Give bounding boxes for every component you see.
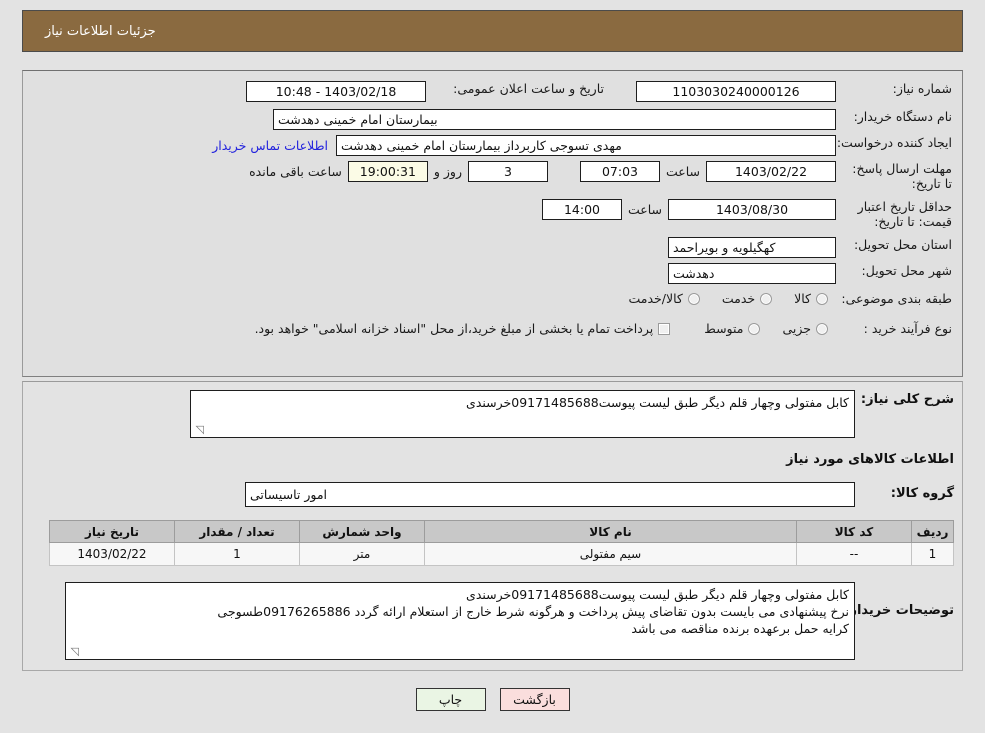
cell-vahed: متر [299, 542, 425, 566]
requester-value: مهدی تسوجی کاربرداز بیمارستان امام خمینی… [336, 135, 836, 156]
remaining-hours-label: ساعت باقی مانده [249, 164, 342, 179]
need-summary-textarea[interactable]: کابل مفتولی وچهار قلم دیگر طبق لیست پیوس… [190, 390, 855, 438]
row-goods-heading: اطلاعات کالاهای مورد نیاز [786, 452, 954, 467]
radio-kala-khedmat[interactable] [687, 292, 700, 305]
treasury-checkbox[interactable] [658, 322, 671, 335]
response-deadline-date: 1403/02/22 [706, 161, 836, 182]
category-option-kala-khedmat-label: کالا/خدمت [628, 291, 683, 306]
row-category: طبقه بندی موضوعی: کالا خدمت کالا/خدمت [628, 291, 952, 306]
th-tedad: تعداد / مقدار [174, 520, 300, 543]
category-option-khedmat-label: خدمت [721, 291, 756, 306]
purchase-process-label: نوع فرآیند خرید : [863, 321, 952, 336]
process-option-motevaset[interactable]: متوسط [704, 321, 761, 336]
category-label: طبقه بندی موضوعی: [841, 291, 952, 306]
radio-motevaset[interactable] [748, 322, 761, 335]
row-buyer-org: نام دستگاه خریدار: بیمارستان امام خمینی … [273, 109, 952, 130]
buyer-org-value: بیمارستان امام خمینی دهدشت [273, 109, 836, 130]
back-button[interactable]: بازگشت [499, 688, 570, 711]
print-button[interactable]: چاپ [415, 688, 486, 711]
row-delivery-city: شهر محل تحویل: دهدشت [668, 263, 952, 284]
buyer-contact-link[interactable]: اطلاعات تماس خریدار [212, 135, 328, 156]
table-row[interactable]: 1 -- سیم مفتولی متر 1 1403/02/22 [49, 542, 954, 566]
category-option-kala[interactable]: کالا [794, 291, 828, 306]
process-option-jozii-label: جزیی [782, 321, 811, 336]
buyer-org-label: نام دستگاه خریدار: [853, 109, 952, 124]
countdown-timer: 19:00:31 [347, 161, 428, 182]
page-title: جزئیات اطلاعات نیاز [45, 23, 156, 39]
radio-kala[interactable] [816, 292, 828, 305]
delivery-city-value: دهدشت [668, 263, 836, 284]
need-number-value: 1103030240000126 [636, 81, 836, 102]
goods-group-value: امور تاسیساتی [245, 482, 855, 507]
row-need-number: شماره نیاز: 1103030240000126 [636, 81, 952, 102]
buyer-notes-line-3: کرایه حمل برعهده برنده مناقصه می باشد [631, 621, 849, 636]
row-need-summary: شرح کلی نیاز: کابل مفتولی وچهار قلم دیگر… [190, 390, 954, 438]
th-radif: ردیف [911, 520, 954, 543]
radio-jozii[interactable] [816, 322, 828, 335]
price-validity-date: 1403/08/30 [668, 199, 836, 220]
goods-group-label: گروه کالا: [890, 486, 954, 501]
row-purchase-process: نوع فرآیند خرید : جزیی متوسط پرداخت تمام… [255, 321, 952, 336]
delivery-province-label: استان محل تحویل: [853, 237, 952, 252]
process-option-motevaset-label: متوسط [704, 321, 744, 336]
price-validity-time: 14:00 [541, 199, 622, 220]
items-table: ردیف کد کالا نام کالا واحد شمارش تعداد /… [49, 520, 954, 566]
treasury-note-label: پرداخت تمام یا بخشی از مبلغ خرید،از محل … [254, 321, 654, 336]
window-titlebar: جزئیات اطلاعات نیاز [22, 10, 963, 52]
row-response-deadline: مهلت ارسال پاسخ: تا تاریخ: 1403/02/22 سا… [249, 161, 952, 191]
buyer-notes-line-2: نرخ پیشنهادی می بایست بدون تقاضای پیش پر… [217, 604, 849, 619]
category-option-kala-label: کالا [794, 291, 811, 306]
price-validity-time-label: ساعت [627, 202, 662, 217]
goods-and-notes-section: شرح کلی نیاز: کابل مفتولی وچهار قلم دیگر… [22, 381, 963, 671]
days-separator-label: روز و [433, 164, 462, 179]
category-option-kala-khedmat[interactable]: کالا/خدمت [628, 291, 700, 306]
treasury-note-checkbox-group[interactable]: پرداخت تمام یا بخشی از مبلغ خرید،از محل … [255, 321, 671, 336]
response-deadline-time-label: ساعت [665, 164, 700, 179]
need-summary-label: شرح کلی نیاز: [860, 392, 954, 407]
row-announce-datetime: تاریخ و ساعت اعلان عمومی: 1403/02/18 - 1… [246, 81, 604, 102]
need-summary-value: کابل مفتولی وچهار قلم دیگر طبق لیست پیوس… [466, 395, 849, 410]
th-nam-kala: نام کالا [424, 520, 797, 543]
category-option-khedmat[interactable]: خدمت [721, 291, 773, 306]
resize-grip-icon[interactable]: ◹ [69, 646, 79, 657]
cell-kod-kala: -- [796, 542, 912, 566]
footer-button-bar: بازگشت چاپ [0, 688, 985, 711]
announce-datetime-value: 1403/02/18 - 10:48 [246, 81, 426, 102]
announce-datetime-label: تاریخ و ساعت اعلان عمومی: [453, 81, 604, 96]
need-info-panel: شماره نیاز: 1103030240000126 تاریخ و ساع… [22, 70, 963, 377]
page-root: AriaTender.net جزئیات اطلاعات نیاز شماره… [0, 0, 985, 733]
delivery-province-value: کهگیلویه و بویراحمد [668, 237, 836, 258]
buyer-notes-textarea[interactable]: کابل مفتولی وچهار قلم دیگر طبق لیست پیوس… [65, 582, 855, 660]
table-header-row: ردیف کد کالا نام کالا واحد شمارش تعداد /… [49, 520, 954, 543]
row-buyer-notes: توضیحات خریدار: کابل مفتولی وچهار قلم دی… [65, 582, 954, 660]
cell-tedad: 1 [174, 542, 300, 566]
row-requester: ایجاد کننده درخواست: مهدی تسوجی کاربرداز… [212, 135, 952, 156]
resize-grip-icon[interactable]: ◹ [194, 424, 204, 435]
buyer-notes-line-1: کابل مفتولی وچهار قلم دیگر طبق لیست پیوس… [466, 587, 849, 602]
delivery-city-label: شهر محل تحویل: [861, 263, 952, 278]
th-tarikh: تاریخ نیاز [49, 520, 175, 543]
requester-label: ایجاد کننده درخواست: [836, 135, 952, 150]
cell-nam-kala: سیم مفتولی [424, 542, 797, 566]
response-deadline-days: 3 [467, 161, 548, 182]
response-deadline-time: 07:03 [579, 161, 660, 182]
row-price-validity: حداقل تاریخ اعتبار قیمت: تا تاریخ: 1403/… [541, 199, 952, 229]
price-validity-label: حداقل تاریخ اعتبار قیمت: تا تاریخ: [857, 199, 952, 229]
row-items-table: ردیف کد کالا نام کالا واحد شمارش تعداد /… [49, 520, 954, 566]
th-vahed: واحد شمارش [299, 520, 425, 543]
cell-radif: 1 [911, 542, 954, 566]
row-goods-group: گروه کالا: امور تاسیساتی [245, 482, 954, 507]
process-option-jozii[interactable]: جزیی [782, 321, 828, 336]
radio-khedmat[interactable] [760, 292, 773, 305]
buyer-notes-label: توضیحات خریدار: [844, 603, 954, 618]
need-number-label: شماره نیاز: [892, 81, 952, 96]
row-delivery-province: استان محل تحویل: کهگیلویه و بویراحمد [668, 237, 952, 258]
th-kod-kala: کد کالا [796, 520, 912, 543]
response-deadline-label: مهلت ارسال پاسخ: تا تاریخ: [852, 161, 952, 191]
goods-section-heading: اطلاعات کالاهای مورد نیاز [786, 452, 954, 467]
cell-tarikh: 1403/02/22 [49, 542, 175, 566]
